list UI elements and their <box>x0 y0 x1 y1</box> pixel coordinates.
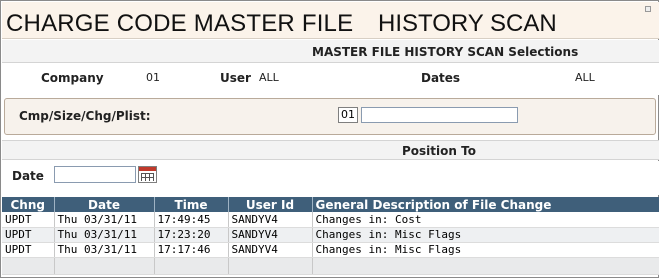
empty-table-row <box>2 257 659 275</box>
empty-cell <box>228 257 313 275</box>
window-frame: CHARGE CODE MASTER FILE HISTORY SCAN MAS… <box>0 0 659 278</box>
page-subtitle: HISTORY SCAN <box>378 10 557 37</box>
column-header-time[interactable]: Time <box>154 197 229 212</box>
position-date-row: Date <box>2 161 659 195</box>
cell-date: Thu 03/31/11 <box>54 212 155 228</box>
empty-cell <box>2 257 55 275</box>
company-value: 01 <box>146 71 160 84</box>
cell-chng: UPDT <box>2 212 55 228</box>
position-date-input[interactable] <box>54 166 136 183</box>
cell-date: Thu 03/31/11 <box>54 242 155 258</box>
selections-header: MASTER FILE HISTORY SCAN Selections <box>2 40 659 63</box>
calendar-icon-grid <box>141 173 154 181</box>
table-row[interactable]: UPDT Thu 03/31/11 17:23:20 SANDYV4 Chang… <box>2 227 659 243</box>
column-header-chng[interactable]: Chng <box>2 197 55 212</box>
selections-row: Company 01 User ALL Dates ALL <box>2 63 659 95</box>
title-bar: CHARGE CODE MASTER FILE HISTORY SCAN <box>2 2 659 39</box>
window-control-icon[interactable] <box>645 6 651 12</box>
cell-chng: UPDT <box>2 227 55 243</box>
dates-value: ALL <box>575 71 595 84</box>
table-header-row: Chng Date Time User Id General Descripti… <box>2 197 659 212</box>
column-header-date[interactable]: Date <box>54 197 155 212</box>
position-to-label: Position To <box>402 144 476 158</box>
cmp-size-chg-plist-input[interactable] <box>361 107 518 123</box>
calendar-icon[interactable] <box>138 166 157 183</box>
cell-time: 17:17:46 <box>154 242 229 258</box>
cell-time: 17:49:45 <box>154 212 229 228</box>
cmp-size-chg-plist-panel: Cmp/Size/Chg/Plist: 01 <box>4 98 656 135</box>
user-label: User <box>220 71 251 85</box>
cell-description: Changes in: Misc Flags <box>312 242 659 258</box>
cell-user-id: SANDYV4 <box>228 212 313 228</box>
calendar-icon-header <box>139 167 156 171</box>
cell-time: 17:23:20 <box>154 227 229 243</box>
column-header-description[interactable]: General Description of File Change <box>312 197 659 212</box>
table-row[interactable]: UPDT Thu 03/31/11 17:17:46 SANDYV4 Chang… <box>2 242 659 258</box>
column-header-user-id[interactable]: User Id <box>228 197 313 212</box>
page-title: CHARGE CODE MASTER FILE <box>6 10 354 37</box>
table-row[interactable]: UPDT Thu 03/31/11 17:49:45 SANDYV4 Chang… <box>2 212 659 228</box>
cmp-size-chg-plist-label: Cmp/Size/Chg/Plist: <box>19 109 151 123</box>
dates-label: Dates <box>421 71 461 85</box>
cell-description: Changes in: Cost <box>312 212 659 228</box>
cmp-company-code[interactable]: 01 <box>338 107 358 123</box>
selections-header-label: MASTER FILE HISTORY SCAN Selections <box>312 45 579 59</box>
cell-user-id: SANDYV4 <box>228 227 313 243</box>
cell-description: Changes in: Misc Flags <box>312 227 659 243</box>
cell-user-id: SANDYV4 <box>228 242 313 258</box>
company-label: Company <box>41 71 104 85</box>
cell-date: Thu 03/31/11 <box>54 227 155 243</box>
position-to-header: Position To <box>2 140 659 160</box>
empty-cell <box>154 257 229 275</box>
cell-chng: UPDT <box>2 242 55 258</box>
position-date-label: Date <box>12 169 44 183</box>
empty-cell <box>54 257 155 275</box>
history-table: Chng Date Time User Id General Descripti… <box>2 197 659 275</box>
empty-cell <box>312 257 659 275</box>
user-value: ALL <box>259 71 279 84</box>
